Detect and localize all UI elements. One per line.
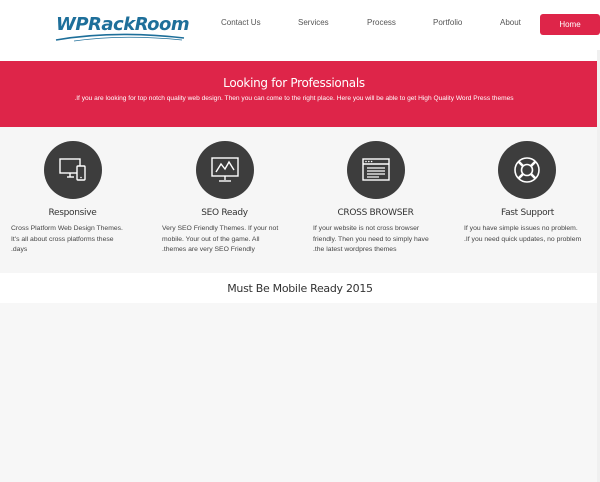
feature-line: If you have simple issues no problem. (464, 225, 578, 232)
feature-line: If your website is not cross browser (313, 225, 420, 232)
feature-icon-circle (44, 141, 102, 199)
lifebuoy-icon (514, 157, 540, 183)
nav-item-portfolio[interactable]: Portfolio (433, 18, 462, 27)
feature-line: .days (11, 246, 28, 253)
swoosh-logo-icon (55, 33, 185, 42)
feature-responsive: Responsive Cross Platform Web Design The… (0, 127, 145, 273)
feature-text: Cross Platform Web Design Themes. It's a… (11, 224, 135, 256)
feature-line: .the latest wordpres themes (313, 246, 397, 253)
feature-seo-ready: SEO Ready Very SEO Friendly Themes. If y… (152, 127, 297, 273)
nav-item-about[interactable]: About (500, 18, 521, 27)
features-section: Responsive Cross Platform Web Design The… (0, 127, 600, 273)
chart-monitor-icon (211, 157, 239, 182)
feature-fast-support: Fast Support If you have simple issues n… (455, 127, 600, 273)
feature-title: SEO Ready (201, 208, 248, 218)
site-logo[interactable]: WPRackRoom (54, 10, 190, 42)
feature-icon-circle (196, 141, 254, 199)
feature-icon-circle (347, 141, 405, 199)
section-title: Must Be Mobile Ready 2015 (227, 282, 373, 295)
content-area (0, 303, 600, 482)
site-header: WPRackRoom Contact Us Services Process P… (0, 0, 600, 50)
home-button[interactable]: Home (540, 14, 600, 35)
feature-cross-browser: CROSS BROWSER If your website is not cro… (303, 127, 448, 273)
browser-window-icon (362, 158, 390, 181)
feature-line: mobile. Your out of the game. All (162, 235, 260, 243)
feature-title: Responsive (48, 208, 97, 218)
hero-title: Looking for Professionals (223, 76, 365, 90)
feature-title: CROSS BROWSER (337, 208, 414, 218)
nav-item-contact-us[interactable]: Contact Us (221, 18, 261, 27)
feature-text: If your website is not cross browser fri… (313, 224, 437, 256)
nav-item-process[interactable]: Process (367, 18, 396, 27)
feature-text: If you have simple issues no problem. .I… (464, 224, 600, 245)
feature-line: friendly. Then you need to simply have (313, 235, 429, 243)
devices-icon (59, 158, 86, 181)
feature-title: Fast Support (501, 208, 554, 218)
feature-text: Very SEO Friendly Themes. If your not mo… (162, 224, 286, 256)
feature-line: It's all about cross platforms these (11, 235, 114, 243)
hero-text: .If you are looking for top notch qualit… (74, 95, 514, 102)
nav-item-services[interactable]: Services (298, 18, 329, 27)
feature-line: Cross Platform Web Design Themes. (11, 225, 123, 232)
feature-line: .If you need quick updates, no problem (464, 235, 582, 243)
feature-icon-circle (498, 141, 556, 199)
feature-line: Very SEO Friendly Themes. If your not (162, 225, 279, 232)
feature-line: .themes are very SEO Friendly (162, 246, 255, 253)
hero-banner: Looking for Professionals .If you are lo… (0, 61, 600, 127)
